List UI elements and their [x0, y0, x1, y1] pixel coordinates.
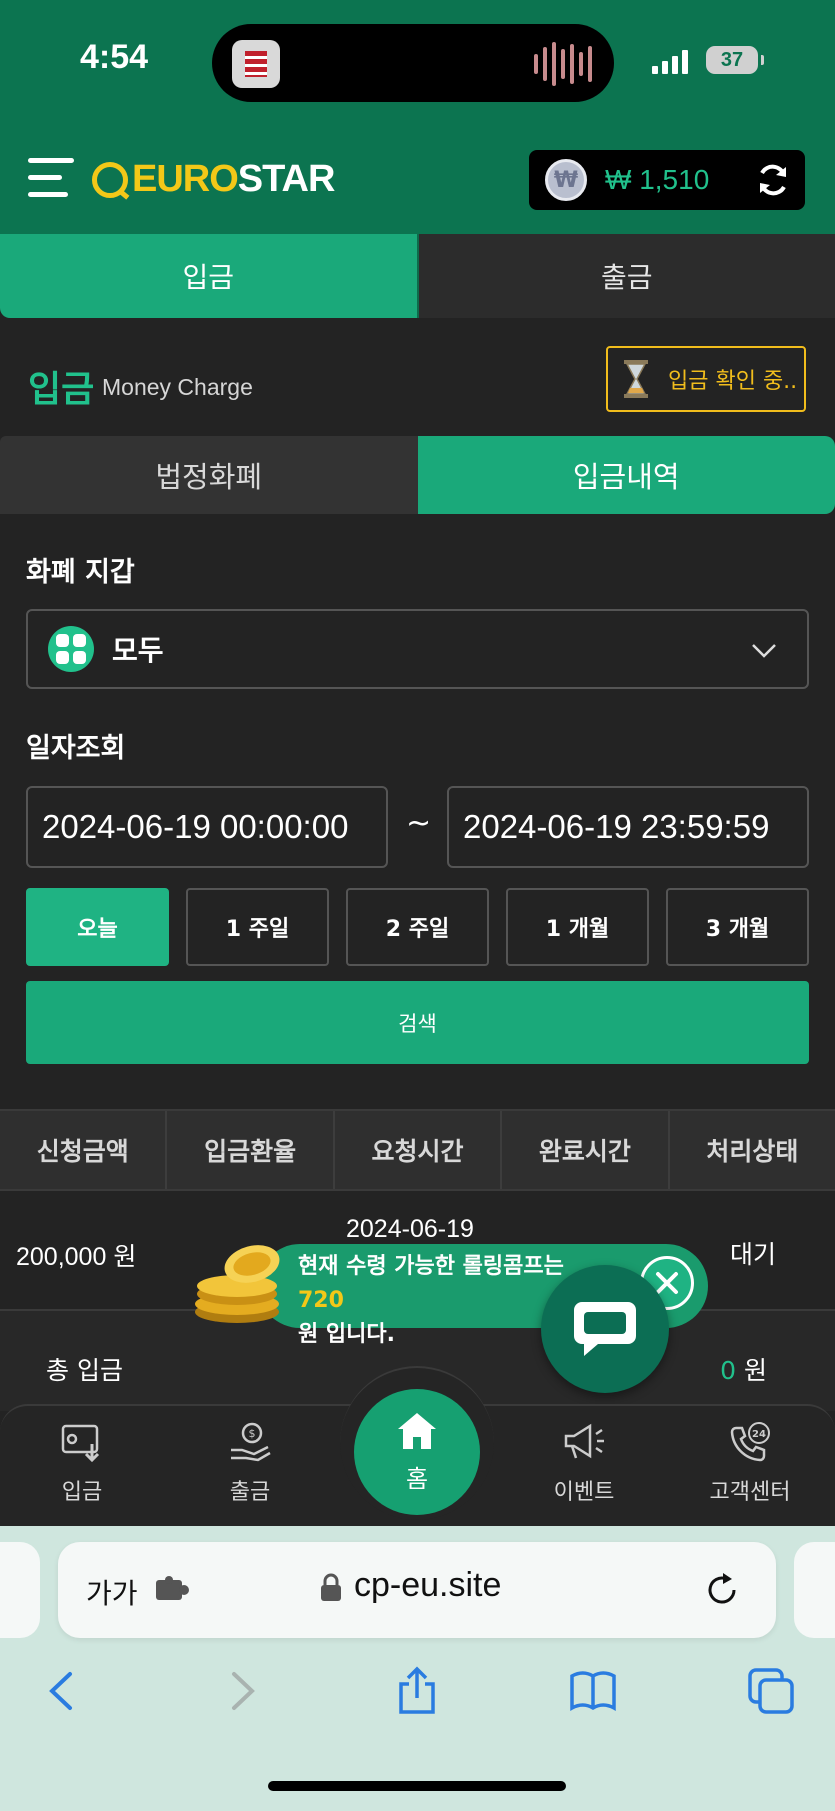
- eurostar-logo[interactable]: EUROSTAR: [92, 158, 336, 201]
- table-header: 신청금액 입금환율 요청시간 완료시간 처리상태: [0, 1109, 835, 1191]
- svg-text:$: $: [249, 1427, 256, 1440]
- column-header: 요청시간: [335, 1111, 503, 1189]
- column-header: 입금환율: [167, 1111, 335, 1189]
- dynamic-island: [212, 24, 614, 102]
- bookmarks-icon[interactable]: [568, 1666, 618, 1716]
- extension-icon[interactable]: [154, 1576, 190, 1604]
- notice-line2: 원 입니다.: [298, 1322, 395, 1347]
- total-number: 0: [720, 1356, 736, 1385]
- nav-event[interactable]: 이벤트: [524, 1420, 644, 1506]
- app-icon: [232, 40, 280, 88]
- nav-deposit[interactable]: 입금: [22, 1420, 142, 1506]
- page-title: 입금: [28, 369, 95, 410]
- svg-text:24: 24: [752, 1429, 766, 1440]
- column-header: 완료시간: [502, 1111, 670, 1189]
- nav-support-label: 고객센터: [709, 1480, 791, 1505]
- reload-icon[interactable]: [704, 1572, 740, 1608]
- deposit-icon: [61, 1424, 100, 1463]
- deposit-pending-button[interactable]: 입금 확인 중..: [606, 346, 806, 412]
- won-coin-icon: ₩: [545, 159, 587, 201]
- tab-deposit[interactable]: 입금: [0, 234, 419, 318]
- wallet-select[interactable]: 모두: [26, 609, 809, 689]
- wallet-balance[interactable]: ₩ ₩ 1,510: [529, 150, 805, 210]
- start-date-input[interactable]: 2024-06-19 00:00:00: [26, 786, 388, 868]
- battery-indicator: 37: [706, 46, 764, 74]
- logo-euro-text: EURO: [132, 158, 239, 200]
- page-subtitle: Money Charge: [102, 374, 253, 400]
- money-hand-icon: $: [231, 1422, 271, 1462]
- chat-icon[interactable]: [541, 1265, 669, 1393]
- app-header: 4:54 37 EUROSTAR ₩ ₩ 1,510: [0, 0, 835, 234]
- row-status: 대기: [730, 1241, 777, 1269]
- wallet-select-value: 모두: [112, 634, 164, 667]
- audio-wave-icon: [534, 42, 592, 86]
- search-button[interactable]: 검색: [26, 981, 809, 1064]
- logo-mark-icon: [92, 161, 128, 198]
- total-value: 0원: [720, 1351, 767, 1387]
- gold-coins-icon: [195, 1245, 280, 1323]
- period-2week-button[interactable]: 2 주일: [346, 888, 489, 966]
- refresh-icon[interactable]: [755, 162, 791, 198]
- logo-star-text: STAR: [237, 158, 336, 200]
- support-24-icon: 24: [730, 1422, 770, 1462]
- section-header: 입금 Money Charge 입금 확인 중..: [0, 318, 835, 436]
- url-text: cp-eu.site: [354, 1566, 502, 1604]
- total-label: 총 입금: [46, 1356, 123, 1385]
- nav-home-label: 홈: [405, 1465, 429, 1493]
- period-today-button[interactable]: 오늘: [26, 888, 169, 966]
- reader-settings-button[interactable]: 가가: [86, 1572, 138, 1612]
- share-icon[interactable]: [392, 1666, 442, 1716]
- lock-icon: [321, 1573, 341, 1601]
- tab-withdraw[interactable]: 출금: [418, 234, 835, 318]
- tab-fiat[interactable]: 법정화폐: [0, 436, 418, 514]
- nav-home[interactable]: 홈: [354, 1389, 480, 1515]
- browser-toolbar: 가가 cp-eu.site: [0, 1526, 835, 1811]
- date-filter-label: 일자조회: [26, 733, 126, 764]
- period-3month-button[interactable]: 3 개월: [666, 888, 809, 966]
- nav-support[interactable]: 24 고객센터: [690, 1420, 810, 1506]
- tabs-icon[interactable]: [746, 1666, 796, 1716]
- grid-icon: [48, 626, 94, 672]
- nav-withdraw-label: 출금: [229, 1480, 271, 1505]
- home-icon: [398, 1413, 436, 1449]
- period-1week-button[interactable]: 1 주일: [186, 888, 329, 966]
- address-bar[interactable]: 가가 cp-eu.site: [58, 1542, 776, 1638]
- next-tab-preview[interactable]: [794, 1542, 835, 1638]
- sub-tabs: 법정화폐 입금내역: [0, 436, 835, 514]
- forward-icon[interactable]: [216, 1666, 266, 1716]
- notice-number: 720: [298, 1288, 344, 1313]
- column-header: 처리상태: [706, 1137, 799, 1166]
- nav-event-label: 이벤트: [553, 1480, 615, 1505]
- end-date-input[interactable]: 2024-06-19 23:59:59: [447, 786, 809, 868]
- period-1month-button[interactable]: 1 개월: [506, 888, 649, 966]
- nav-deposit-label: 입금: [61, 1480, 103, 1505]
- home-indicator: [268, 1781, 566, 1791]
- wallet-select-label: 화폐 지갑: [26, 557, 135, 588]
- balance-amount: ₩ 1,510: [605, 164, 710, 195]
- notice-line1: 현재 수령 가능한 롤링콤프는: [298, 1254, 564, 1279]
- tab-deposit-history[interactable]: 입금내역: [417, 436, 835, 514]
- hourglass-icon: [624, 360, 648, 398]
- column-header: 신청금액: [0, 1111, 168, 1189]
- prev-tab-preview[interactable]: [0, 1542, 40, 1638]
- signal-icon: [652, 50, 688, 74]
- back-icon[interactable]: [38, 1666, 88, 1716]
- menu-icon[interactable]: [28, 158, 74, 202]
- status-time: 4:54: [80, 38, 149, 76]
- megaphone-icon: [564, 1423, 604, 1459]
- chevron-down-icon: [752, 644, 776, 658]
- period-buttons: 오늘 1 주일 2 주일 1 개월 3 개월: [26, 888, 809, 966]
- row-amount: 200,000 원: [16, 1243, 137, 1271]
- nav-withdraw[interactable]: $ 출금: [190, 1420, 310, 1506]
- pending-label: 입금 확인 중..: [668, 369, 798, 394]
- row-request-time: 2024-06-19: [346, 1215, 474, 1243]
- main-tabs: 입금 출금: [0, 234, 835, 318]
- total-unit: 원: [743, 1356, 767, 1385]
- date-separator: ~: [406, 806, 432, 841]
